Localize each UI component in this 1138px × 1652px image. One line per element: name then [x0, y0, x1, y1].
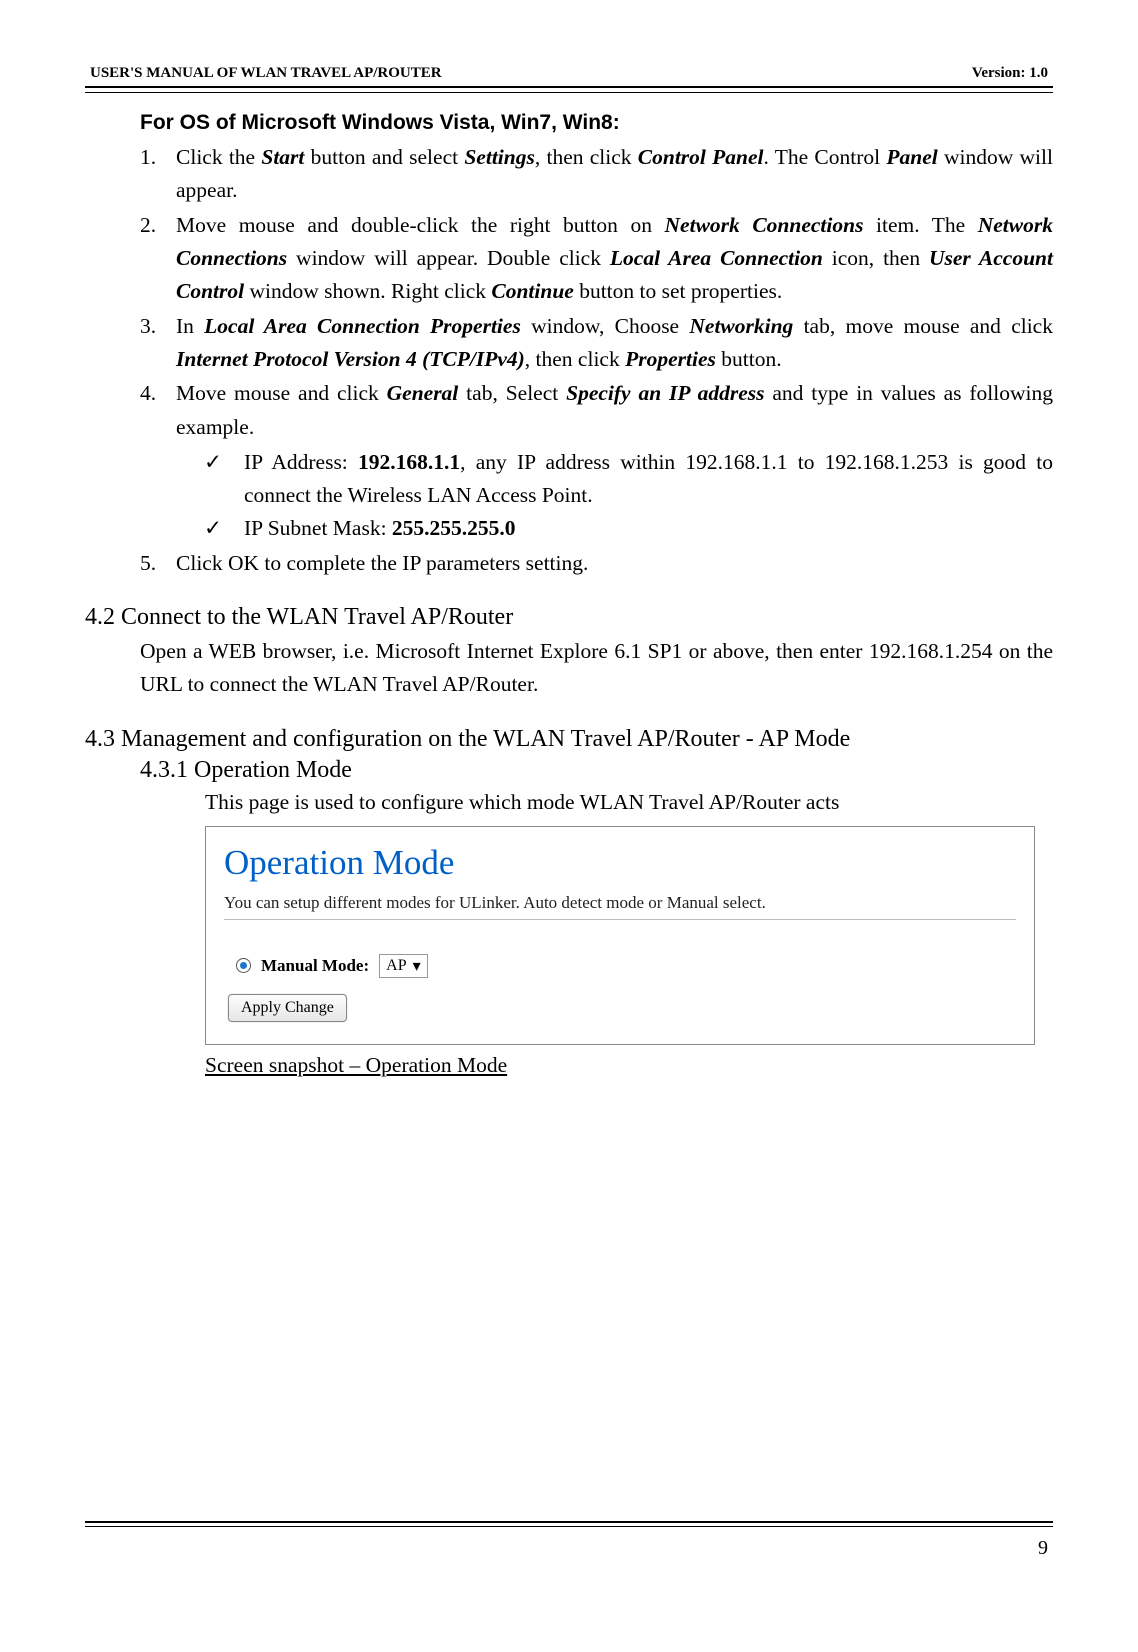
- os-heading: For OS of Microsoft Windows Vista, Win7,…: [140, 111, 1053, 135]
- step-2-num: 2.: [140, 209, 176, 309]
- header-title: USER'S MANUAL OF WLAN TRAVEL AP/ROUTER: [90, 65, 442, 82]
- section-4-2-body: Open a WEB browser, i.e. Microsoft Inter…: [85, 635, 1053, 702]
- radio-dot-icon: [240, 962, 247, 969]
- check-2: ✓ IP Subnet Mask: 255.255.255.0: [176, 512, 1053, 545]
- footer-rule-thin: [85, 1526, 1053, 1527]
- step-3-num: 3.: [140, 310, 176, 377]
- footer-rule-thick: [85, 1521, 1053, 1523]
- manual-mode-label: Manual Mode:: [261, 956, 369, 976]
- step-4-body: Move mouse and click General tab, Select…: [176, 377, 1053, 546]
- screenshot-divider: [224, 919, 1016, 920]
- step-4: 4. Move mouse and click General tab, Sel…: [140, 377, 1053, 546]
- step-3: 3. In Local Area Connection Properties w…: [140, 310, 1053, 377]
- step-1-body: Click the Start button and select Settin…: [176, 141, 1053, 208]
- page-header: USER'S MANUAL OF WLAN TRAVEL AP/ROUTER V…: [85, 65, 1053, 86]
- manual-mode-row: Manual Mode: AP ▾: [236, 954, 1016, 978]
- header-rule-thin: [85, 92, 1053, 93]
- step-4-num: 4.: [140, 377, 176, 546]
- operation-mode-description: You can setup different modes for ULinke…: [224, 893, 1016, 913]
- step-5-body: Click OK to complete the IP parameters s…: [176, 547, 1053, 580]
- header-version: Version: 1.0: [972, 65, 1048, 82]
- header-rule-thick: [85, 86, 1053, 88]
- manual-mode-radio[interactable]: [236, 958, 251, 973]
- section-4-2-heading: 4.2 Connect to the WLAN Travel AP/Router: [85, 604, 1053, 631]
- apply-change-button[interactable]: Apply Change: [228, 994, 347, 1022]
- num-list: 1. Click the Start button and select Set…: [140, 141, 1053, 580]
- check-icon: ✓: [204, 512, 244, 545]
- section-4-3-heading: 4.3 Management and configuration on the …: [85, 726, 1053, 753]
- check-1: ✓ IP Address: 192.168.1.1, any IP addres…: [176, 446, 1053, 513]
- mode-select[interactable]: AP ▾: [379, 954, 427, 978]
- step-1-num: 1.: [140, 141, 176, 208]
- step-5-num: 5.: [140, 547, 176, 580]
- check-list: ✓ IP Address: 192.168.1.1, any IP addres…: [176, 446, 1053, 546]
- page-footer: 9: [85, 1521, 1053, 1560]
- operation-mode-title: Operation Mode: [224, 843, 1016, 883]
- step-2-body: Move mouse and double-click the right bu…: [176, 209, 1053, 309]
- step-3-body: In Local Area Connection Properties wind…: [176, 310, 1053, 377]
- section-4-3-1-heading: 4.3.1 Operation Mode: [140, 757, 1053, 784]
- mode-select-value: AP: [386, 957, 406, 975]
- step-5: 5. Click OK to complete the IP parameter…: [140, 547, 1053, 580]
- operation-mode-screenshot: Operation Mode You can setup different m…: [205, 826, 1035, 1045]
- step-1: 1. Click the Start button and select Set…: [140, 141, 1053, 208]
- step-2: 2. Move mouse and double-click the right…: [140, 209, 1053, 309]
- chevron-down-icon: ▾: [413, 956, 421, 976]
- page-number: 9: [85, 1537, 1053, 1560]
- check-icon: ✓: [204, 446, 244, 513]
- section-4-3-1-body: This page is used to configure which mod…: [85, 786, 1053, 818]
- screenshot-caption: Screen snapshot – Operation Mode: [85, 1053, 1053, 1078]
